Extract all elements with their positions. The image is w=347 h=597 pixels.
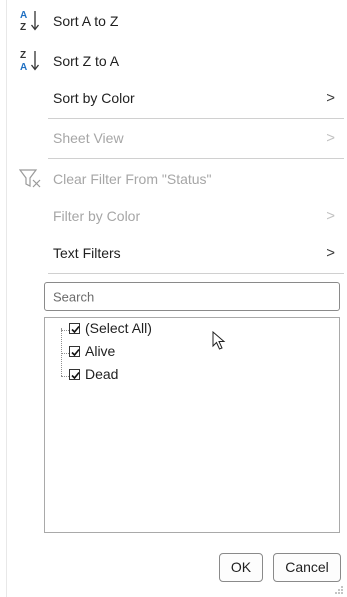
filter-by-color-item: Filter by Color >: [0, 199, 347, 233]
svg-text:A: A: [20, 62, 27, 73]
clear-filter-item: Clear Filter From "Status": [0, 162, 347, 196]
sheet-view-label: Sheet View: [53, 130, 124, 146]
sort-by-color-item[interactable]: Sort by Color >: [0, 81, 347, 115]
checkbox[interactable]: [69, 346, 80, 357]
clear-filter-icon: [19, 169, 41, 188]
svg-text:Z: Z: [20, 22, 26, 33]
checkmark-icon: [71, 348, 80, 357]
list-item-label: (Select All): [85, 320, 152, 336]
menu-separator: [48, 273, 344, 274]
menu-separator: [48, 158, 344, 159]
cancel-button[interactable]: Cancel: [273, 553, 341, 582]
chevron-right-icon: >: [326, 129, 335, 147]
sort-a-to-z-item[interactable]: A Z Sort A to Z: [0, 4, 347, 38]
svg-text:Z: Z: [20, 50, 26, 61]
search-input[interactable]: Search: [44, 282, 340, 311]
list-item-label: Alive: [85, 343, 116, 359]
tree-connector: [61, 328, 62, 376]
checkmark-icon: [71, 325, 80, 334]
checkbox[interactable]: [69, 369, 80, 380]
autofilter-dropdown: A Z Sort A to Z Z A Sort Z to A Sort by …: [0, 0, 347, 597]
checkbox[interactable]: [69, 323, 80, 334]
search-placeholder: Search: [53, 289, 95, 304]
sort-z-to-a-label: Sort Z to A: [53, 53, 120, 69]
tree-branch: [61, 376, 69, 377]
sort-z-to-a-item[interactable]: Z A Sort Z to A: [0, 44, 347, 78]
ok-button[interactable]: OK: [219, 553, 263, 582]
chevron-right-icon: >: [326, 89, 335, 107]
filter-values-list[interactable]: (Select All) Alive Dead: [44, 317, 340, 533]
list-item-label: Dead: [85, 366, 119, 382]
tree-branch: [61, 353, 69, 354]
text-filters-label: Text Filters: [53, 245, 121, 261]
svg-text:A: A: [20, 10, 27, 21]
menu-separator: [48, 118, 344, 119]
filter-by-color-label: Filter by Color: [53, 208, 141, 224]
chevron-right-icon: >: [326, 244, 335, 262]
sort-ascending-icon: A Z: [20, 10, 40, 33]
resize-grip-icon[interactable]: [334, 585, 344, 595]
text-filters-item[interactable]: Text Filters >: [0, 236, 347, 270]
mouse-pointer-icon: [212, 331, 226, 350]
sheet-view-item: Sheet View >: [0, 121, 347, 155]
sort-descending-icon: Z A: [20, 50, 40, 73]
sort-by-color-label: Sort by Color: [53, 90, 135, 106]
sort-a-to-z-label: Sort A to Z: [53, 13, 119, 29]
checkmark-icon: [71, 371, 80, 380]
chevron-right-icon: >: [326, 207, 335, 225]
tree-branch: [61, 330, 69, 331]
clear-filter-label: Clear Filter From "Status": [53, 171, 212, 187]
